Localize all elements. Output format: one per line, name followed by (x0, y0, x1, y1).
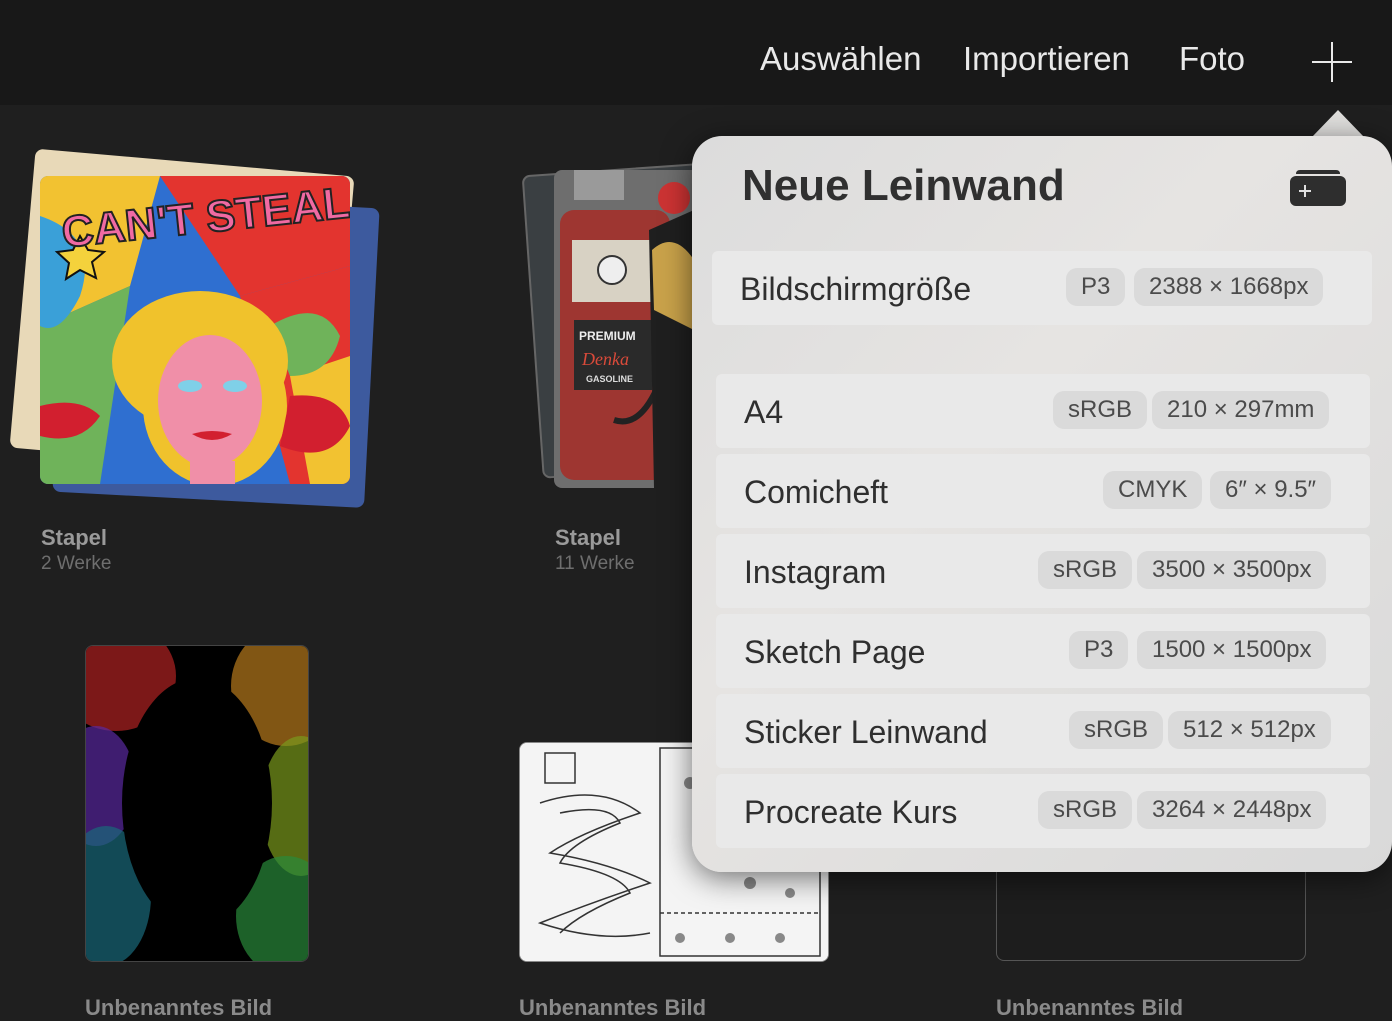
new-canvas-popover: Neue Leinwand Bildschirmgröße P3 2388 × … (692, 136, 1392, 872)
pump-label: PREMIUM (579, 329, 636, 343)
preset-name: Bildschirmgröße (740, 271, 972, 307)
preset-color-profile: P3 (1069, 631, 1129, 669)
preset-dimensions: 210 × 297mm (1152, 391, 1330, 429)
preset-color-profile: sRGB (1038, 551, 1133, 589)
canvas-preset-row[interactable]: Sketch Page P3 1500 × 1500px (716, 614, 1370, 688)
preset-dimensions: 1500 × 1500px (1137, 631, 1327, 669)
preset-color-profile: CMYK (1103, 471, 1203, 509)
canvas-preset-row[interactable]: A4 sRGB 210 × 297mm (716, 374, 1370, 448)
preset-name: Procreate Kurs (744, 794, 958, 830)
item-title: Unbenanntes Bild (519, 995, 707, 1020)
artwork-thumbnail[interactable] (996, 860, 1306, 961)
new-canvas-folder-icon[interactable] (1290, 170, 1346, 206)
canvas-preset-row[interactable]: Bildschirmgröße P3 2388 × 1668px (712, 251, 1372, 325)
preset-name: Sticker Leinwand (744, 714, 988, 750)
preset-name: Sketch Page (744, 634, 926, 670)
canvas-preset-row[interactable]: Sticker Leinwand sRGB 512 × 512px (716, 694, 1370, 768)
import-button[interactable]: Importieren (963, 40, 1130, 78)
preset-color-profile: sRGB (1038, 791, 1133, 829)
preset-color-profile: P3 (1066, 268, 1126, 306)
preset-name: Comicheft (744, 474, 889, 510)
preset-name: Instagram (744, 554, 887, 590)
item-count: 2 Werke (41, 553, 112, 574)
artwork-thumbnail[interactable] (85, 645, 309, 962)
photo-button[interactable]: Foto (1179, 40, 1245, 78)
gas-pump-thumbnail[interactable]: PREMIUM Denka GASOLINE (554, 170, 694, 488)
top-toolbar: Auswählen Importieren Foto (0, 0, 1392, 105)
preset-color-profile: sRGB (1053, 391, 1148, 429)
preset-name: A4 (744, 394, 784, 430)
popover-arrow (1312, 110, 1364, 137)
preset-dimensions: 512 × 512px (1168, 711, 1331, 749)
pump-sub: GASOLINE (586, 374, 633, 384)
canvas-preset-row[interactable]: Procreate Kurs sRGB 3264 × 2448px (716, 774, 1370, 848)
item-title: Unbenanntes Bild (996, 995, 1184, 1020)
item-title: Unbenanntes Bild (85, 995, 273, 1020)
item-count: 11 Werke (555, 553, 635, 574)
preset-dimensions: 3500 × 3500px (1137, 551, 1327, 589)
preset-color-profile: sRGB (1069, 711, 1164, 749)
preset-dimensions: 6″ × 9.5″ (1210, 471, 1332, 509)
canvas-preset-row[interactable]: Comicheft CMYK 6″ × 9.5″ (716, 454, 1370, 528)
popover-title: Neue Leinwand (742, 161, 1065, 210)
item-title: Stapel (41, 525, 108, 550)
pump-brand: Denka (581, 349, 629, 369)
preset-dimensions: 3264 × 2448px (1137, 791, 1327, 829)
item-title: Stapel (555, 525, 622, 550)
select-button[interactable]: Auswählen (760, 40, 921, 78)
preset-dimensions: 2388 × 1668px (1134, 268, 1324, 306)
plus-icon[interactable] (1312, 42, 1352, 82)
pop-art-thumbnail[interactable]: CAN'T STEAL ME LOVE (40, 176, 350, 484)
canvas-preset-row[interactable]: Instagram sRGB 3500 × 3500px (716, 534, 1370, 608)
